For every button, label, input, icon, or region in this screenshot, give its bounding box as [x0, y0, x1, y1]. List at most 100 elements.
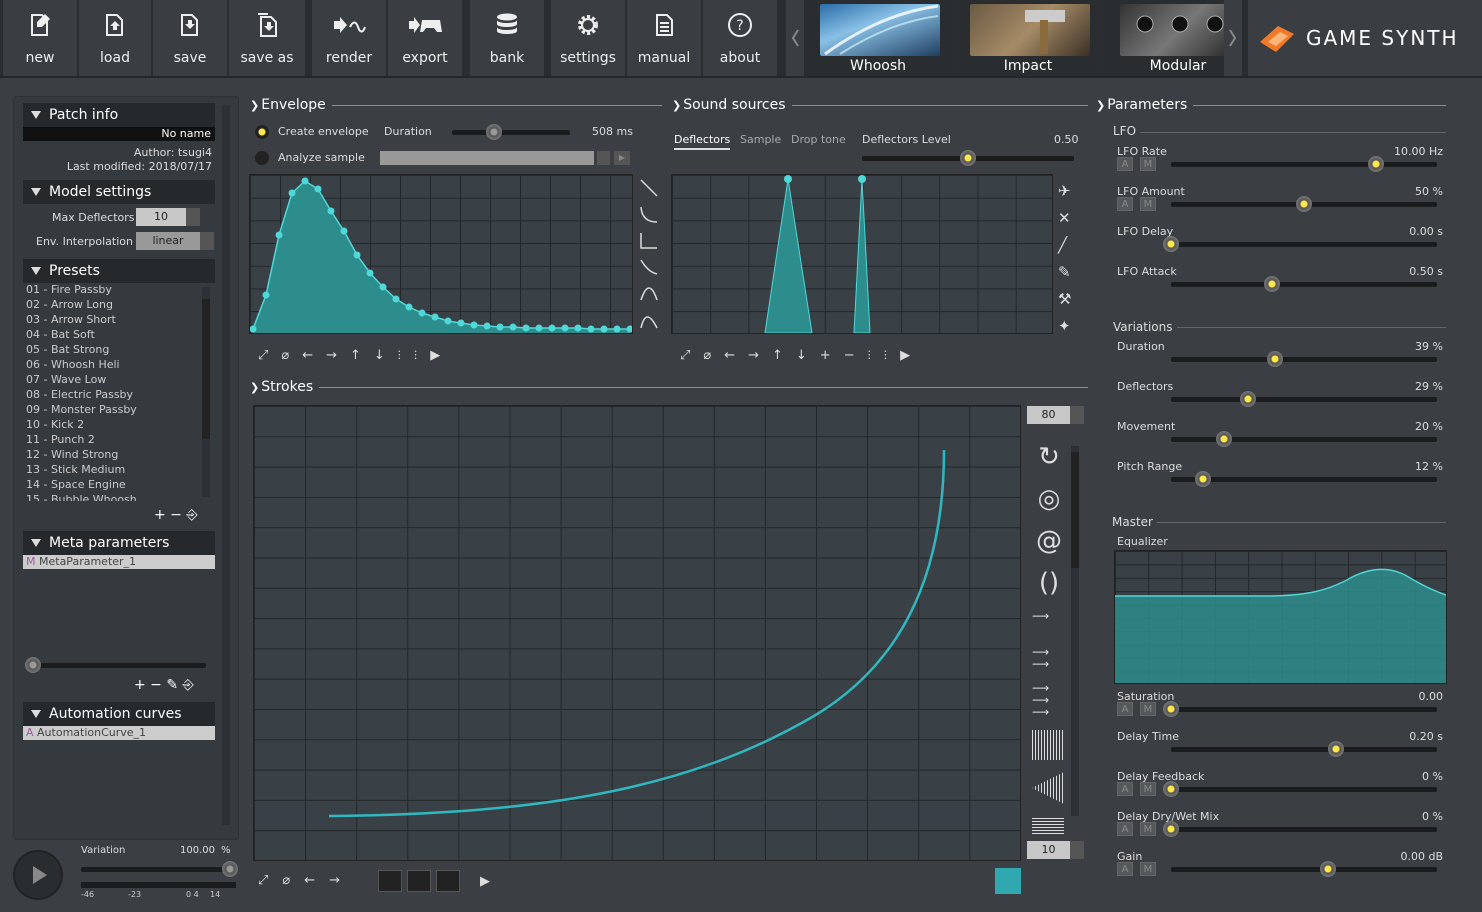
- slider-knob[interactable]: [1163, 821, 1179, 837]
- automation-toggle[interactable]: A: [1117, 197, 1133, 211]
- preset-item[interactable]: 08 - Electric Passby: [26, 388, 133, 401]
- slider-knob[interactable]: [1163, 701, 1179, 717]
- preset-item[interactable]: 04 - Bat Soft: [26, 328, 95, 341]
- automation-toggle[interactable]: A: [1117, 782, 1133, 796]
- slider-knob[interactable]: [222, 861, 238, 877]
- strokes-play-icon[interactable]: ▶: [480, 874, 490, 889]
- param-slider[interactable]: [1171, 741, 1437, 757]
- preset-item[interactable]: 06 - Whoosh Heli: [26, 358, 120, 371]
- strokes-bottom-spinner[interactable]: 10: [1027, 841, 1084, 859]
- preset-item[interactable]: 14 - Space Engine: [26, 478, 126, 491]
- meta-param-slider[interactable]: [25, 657, 206, 673]
- tool-envelope-mode[interactable]: [378, 870, 402, 892]
- strokes-canvas[interactable]: [253, 405, 1021, 861]
- parameters-header[interactable]: Parameters: [1096, 97, 1194, 113]
- slider-knob[interactable]: [960, 150, 976, 166]
- preset-add-remove-icons[interactable]: + − ⎆: [154, 507, 198, 523]
- tab-deflectors[interactable]: Deflectors: [674, 133, 731, 150]
- slider-knob[interactable]: [1163, 236, 1179, 252]
- save-as-button[interactable]: save as: [229, 0, 305, 76]
- param-slider[interactable]: [1171, 391, 1437, 407]
- stroke-line-icons[interactable]: ⟶ ⟶ ⟶ ⟶ ⟶ ⟶: [1032, 610, 1066, 718]
- param-slider[interactable]: [1171, 471, 1437, 487]
- preset-item[interactable]: 11 - Punch 2: [26, 433, 95, 446]
- create-envelope-radio[interactable]: [255, 125, 269, 139]
- meta-toggle[interactable]: M: [1140, 702, 1156, 716]
- param-slider[interactable]: [1171, 861, 1437, 877]
- max-deflectors-spinner[interactable]: 10: [136, 208, 200, 226]
- slider-knob[interactable]: [1267, 351, 1283, 367]
- meta-toggle[interactable]: M: [1140, 822, 1156, 836]
- render-button[interactable]: render: [312, 0, 386, 76]
- sample-play-button[interactable]: ▶: [614, 151, 630, 165]
- param-slider[interactable]: [1171, 431, 1437, 447]
- patch-info-header[interactable]: Patch info: [23, 103, 215, 127]
- sample-file-field[interactable]: [380, 151, 594, 165]
- settings-button[interactable]: settings: [551, 0, 625, 76]
- param-slider[interactable]: [1171, 156, 1437, 172]
- slider-knob[interactable]: [1264, 276, 1280, 292]
- preset-item[interactable]: 12 - Wind Strong: [26, 448, 118, 461]
- slider-knob[interactable]: [486, 124, 502, 140]
- analyze-sample-radio[interactable]: [255, 151, 269, 165]
- about-button[interactable]: ? about: [703, 0, 777, 76]
- strokes-scrollbar[interactable]: [1071, 446, 1079, 816]
- envelope-duration-slider[interactable]: [452, 124, 570, 140]
- env-interp-select[interactable]: linear: [136, 232, 214, 250]
- preset-item[interactable]: 10 - Kick 2: [26, 418, 84, 431]
- curve-shape-icons[interactable]: [638, 176, 662, 332]
- envelope-tools-icons[interactable]: ⤢⌀←→↑↓⫶⫶▶: [258, 348, 453, 363]
- tool-listen-mode[interactable]: [436, 870, 460, 892]
- param-slider[interactable]: [1171, 351, 1437, 367]
- deflectors-graph[interactable]: [671, 174, 1053, 334]
- slider-knob[interactable]: [1216, 431, 1232, 447]
- load-button[interactable]: load: [79, 0, 151, 76]
- envelope-graph[interactable]: [249, 174, 634, 334]
- strokes-tools-icons[interactable]: ⤢⌀←→: [258, 873, 354, 888]
- left-panel-scrollbar[interactable]: [222, 105, 230, 825]
- param-slider[interactable]: [1171, 276, 1437, 292]
- param-slider[interactable]: [1163, 781, 1437, 797]
- param-slider[interactable]: [1163, 701, 1437, 717]
- automation-header[interactable]: Automation curves: [23, 702, 215, 726]
- strokes-top-spinner[interactable]: 80: [1027, 406, 1084, 424]
- preset-item[interactable]: 02 - Arrow Long: [26, 298, 113, 311]
- automation-toggle[interactable]: A: [1117, 862, 1133, 876]
- tool-draw-mode[interactable]: [407, 870, 431, 892]
- meta-toggle[interactable]: M: [1140, 862, 1156, 876]
- automation-toggle[interactable]: A: [1117, 822, 1133, 836]
- preset-item[interactable]: 03 - Arrow Short: [26, 313, 116, 326]
- slider-knob[interactable]: [1296, 196, 1312, 212]
- slider-knob[interactable]: [1368, 156, 1384, 172]
- noise-icon[interactable]: [1032, 730, 1064, 760]
- automation-curve-item[interactable]: A AutomationCurve_1: [23, 726, 215, 740]
- fade-noise-icon[interactable]: [1032, 772, 1064, 804]
- automation-toggle[interactable]: A: [1117, 702, 1133, 716]
- preset-item[interactable]: 09 - Monster Passby: [26, 403, 137, 416]
- preset-item[interactable]: 15 - Bubble Whoosh: [26, 493, 137, 501]
- new-button[interactable]: new: [3, 0, 77, 76]
- strokes-header[interactable]: Strokes: [250, 379, 320, 395]
- equalizer-graph[interactable]: [1114, 550, 1447, 684]
- models-scroll-left[interactable]: [786, 0, 804, 76]
- presets-header[interactable]: Presets: [23, 259, 215, 283]
- slider-knob[interactable]: [1320, 861, 1336, 877]
- variation-slider[interactable]: [81, 861, 238, 877]
- param-slider[interactable]: [1171, 196, 1437, 212]
- meta-params-header[interactable]: Meta parameters: [23, 531, 215, 555]
- slider-knob[interactable]: [1240, 391, 1256, 407]
- meta-add-remove-icons[interactable]: + − ✎ ⎆: [134, 677, 194, 693]
- export-button[interactable]: export: [388, 0, 462, 76]
- envelope-header[interactable]: Envelope: [250, 97, 332, 113]
- save-button[interactable]: save: [153, 0, 227, 76]
- tab-sample[interactable]: Sample: [740, 133, 781, 146]
- slider-knob[interactable]: [1163, 781, 1179, 797]
- models-scroll-right[interactable]: [1224, 0, 1242, 76]
- sample-browse-button[interactable]: [597, 151, 610, 165]
- patch-name[interactable]: No name: [23, 127, 215, 141]
- model-whoosh[interactable]: Whoosh: [804, 0, 952, 76]
- meta-toggle[interactable]: M: [1140, 197, 1156, 211]
- slider-knob[interactable]: [1195, 471, 1211, 487]
- automation-toggle[interactable]: A: [1117, 157, 1133, 171]
- preset-item[interactable]: 07 - Wave Low: [26, 373, 106, 386]
